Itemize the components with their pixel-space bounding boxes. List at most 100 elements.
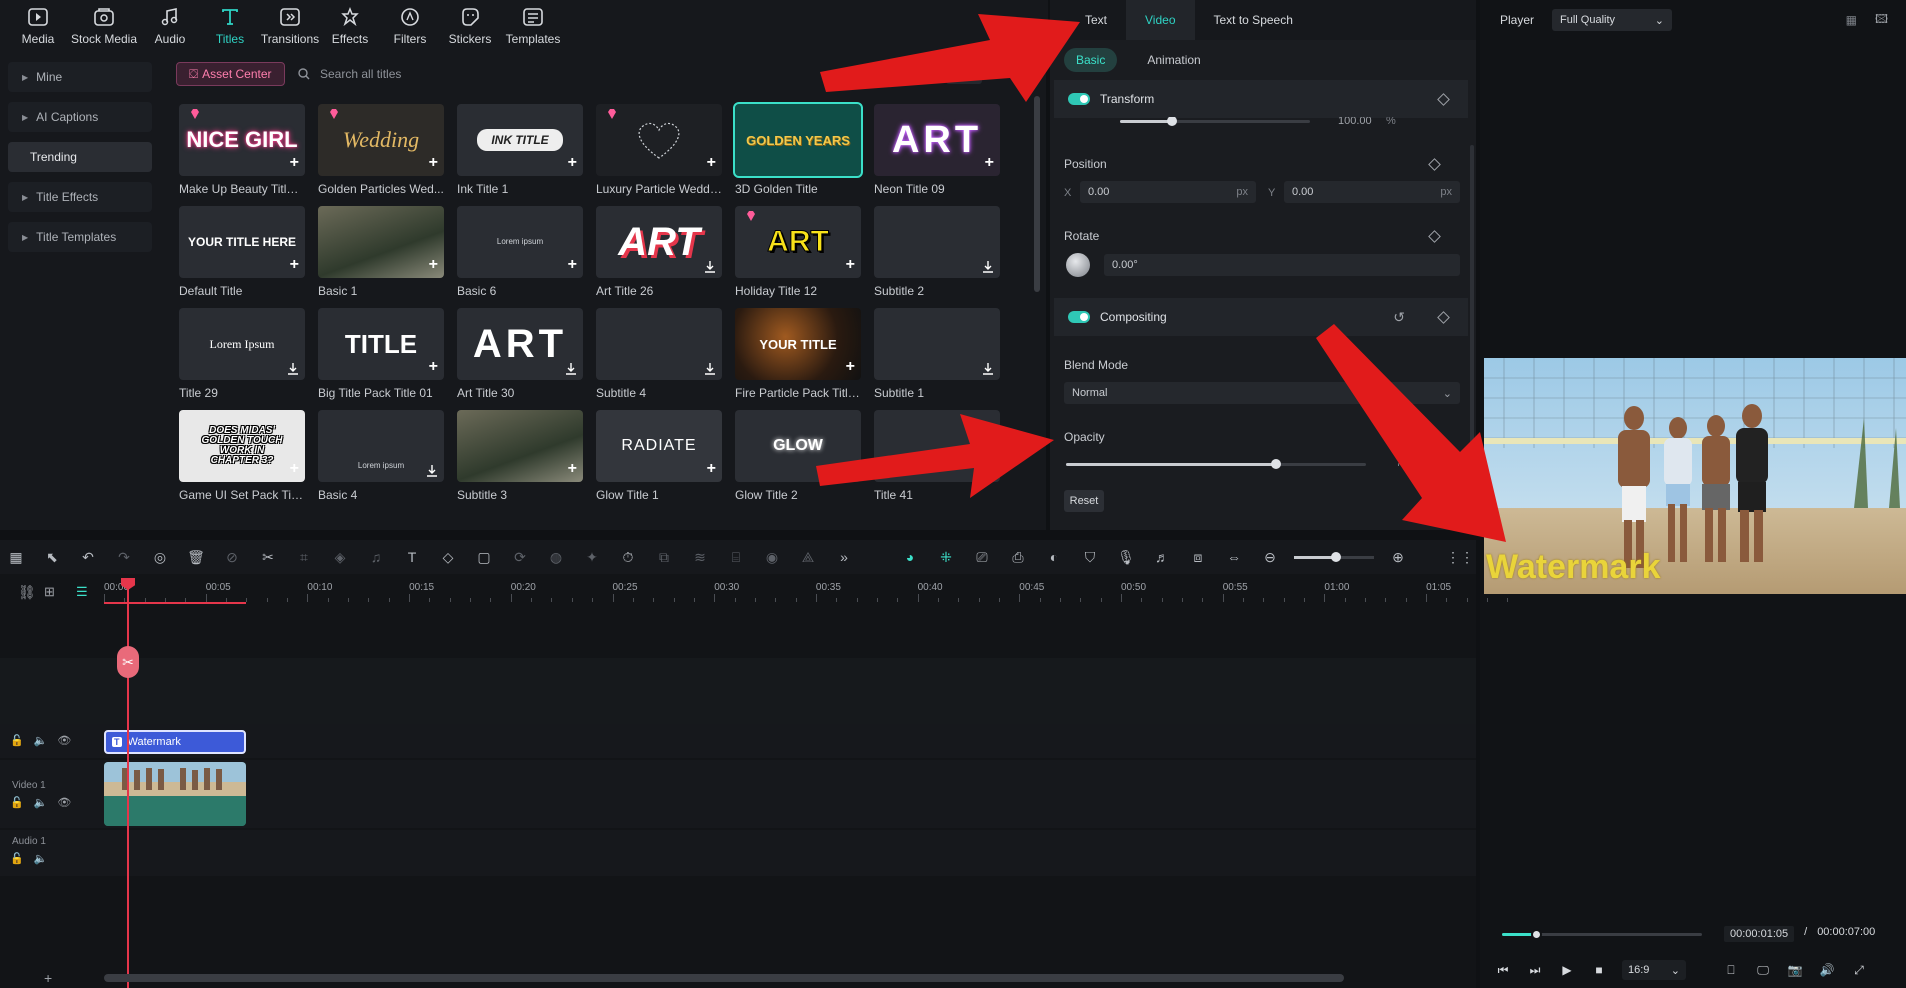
title-card[interactable]: ART Art Title 30 [457, 308, 583, 400]
volume-icon[interactable]: 🔈 [34, 796, 48, 809]
pip-icon[interactable]: ⧈ [1186, 545, 1210, 569]
volume-icon[interactable]: 🔈 [34, 852, 48, 865]
eye-icon[interactable]: 👁 [57, 796, 71, 809]
sidebar-item-ai-captions[interactable]: ▶ AI Captions [8, 102, 152, 132]
add-icon[interactable]: + [290, 256, 299, 274]
sidebar-item-title-effects[interactable]: ▶ Title Effects [8, 182, 152, 212]
add-icon[interactable]: + [429, 154, 438, 172]
audio-edit-icon[interactable]: ♫ [364, 545, 388, 569]
audio-mixer-icon[interactable]: ♬ [1150, 545, 1174, 569]
asset-center-button[interactable]: ⛋ Asset Center [176, 62, 285, 86]
tool-transitions[interactable]: Transitions [260, 0, 320, 52]
tab-text[interactable]: Text [1066, 0, 1126, 40]
render-icon[interactable]: ◐ [1042, 545, 1066, 569]
auto-highlight-icon[interactable]: ⎚ [970, 545, 994, 569]
add-icon[interactable]: + [568, 154, 577, 172]
title-card[interactable]: + Luxury Particle Weddi... [596, 104, 722, 196]
rotate-icon[interactable]: ⟳ [508, 545, 532, 569]
ripple-icon[interactable]: ⊘ [220, 545, 244, 569]
eye-icon[interactable]: 👁 [57, 734, 71, 747]
add-icon[interactable]: + [707, 154, 716, 172]
tool-effects[interactable]: Effects [320, 0, 380, 52]
aspect-ratio-dropdown[interactable]: 16:9 ⌄ [1622, 960, 1686, 980]
title-card[interactable]: YOUR TITLE HERE + Default Title [179, 206, 305, 298]
title-card[interactable]: + Subtitle 3 [457, 410, 583, 502]
play-icon[interactable]: ▶ [1558, 961, 1576, 979]
mask-icon[interactable]: ◈ [328, 545, 352, 569]
transform-toggle[interactable] [1068, 93, 1090, 105]
stop-icon[interactable]: ■ [1590, 961, 1608, 979]
snap-icon[interactable]: ⁜ [934, 545, 958, 569]
title-card[interactable]: Subtitle 4 [596, 308, 722, 400]
fullscreen-icon[interactable]: ⤢ [1850, 961, 1868, 979]
opacity-value[interactable]: 70.00 [1396, 457, 1424, 469]
grid-view-icon[interactable]: ▦ [1846, 13, 1857, 27]
title-card[interactable]: NICE GIRL + Make Up Beauty Title 01 [179, 104, 305, 196]
mark-icon[interactable]: ⎕ [1722, 961, 1740, 979]
scale-slider[interactable] [1120, 117, 1310, 126]
title-card[interactable]: ART + Holiday Title 12 [735, 206, 861, 298]
zoom-in-icon[interactable]: ⊕ [1386, 545, 1410, 569]
title-card[interactable]: Wedding + Golden Particles Wed... [318, 104, 444, 196]
video-clip[interactable] [104, 762, 246, 826]
tool-templates[interactable]: Templates [500, 0, 566, 52]
tool-audio[interactable]: Audio [140, 0, 200, 52]
add-icon[interactable]: + [429, 256, 438, 274]
next-frame-icon[interactable]: ⏭ [1526, 961, 1544, 979]
add-icon[interactable]: + [707, 460, 716, 478]
tool-titles[interactable]: Titles [200, 0, 260, 52]
timeline-settings-icon[interactable]: ⋮⋮ [1446, 545, 1474, 569]
reset-button[interactable]: Reset [1064, 490, 1104, 512]
split-marker-icon[interactable]: ✂ [117, 646, 139, 678]
title-card[interactable]: ART Art Title 26 [596, 206, 722, 298]
tool-stock-media[interactable]: Stock Media [68, 0, 140, 52]
sidebar-item-trending[interactable]: Trending [8, 142, 152, 172]
camera-icon[interactable]: 📷 [1786, 961, 1804, 979]
timeline-zoom-slider[interactable] [1294, 551, 1374, 562]
title-card[interactable]: + Basic 1 [318, 206, 444, 298]
title-card[interactable]: TITLE + Big Title Pack Title 01 [318, 308, 444, 400]
keyframe-graph-icon[interactable]: ⟁ [796, 545, 820, 569]
title-card[interactable]: Lorem ipsum Basic 4 [318, 410, 444, 502]
player-progress-bar[interactable] [1502, 929, 1702, 940]
reset-icon[interactable]: ↺ [1386, 427, 1398, 444]
position-x-field[interactable]: 0.00 px [1080, 181, 1256, 203]
title-card[interactable]: Lorem ipsum + Basic 6 [457, 206, 583, 298]
redo-icon[interactable]: ↷ [112, 545, 136, 569]
add-icon[interactable]: + [290, 460, 299, 478]
download-icon[interactable] [982, 260, 994, 274]
title-clip[interactable]: T Watermark [104, 730, 246, 754]
timeline-ruler[interactable]: 00:00 00:05 00:10 00:15 00:20 00:25 00:30 00:35… [104, 578, 1509, 604]
layout-icon[interactable]: ▦ [4, 545, 28, 569]
tool-media[interactable]: Media [8, 0, 68, 52]
position-y-field[interactable]: 0.00 px [1284, 181, 1460, 203]
crop-icon[interactable]: ⌗ [292, 545, 316, 569]
title-card[interactable]: Subtitle 2 [874, 206, 1000, 298]
playhead[interactable] [127, 582, 129, 988]
shield-icon[interactable]: ⛉ [1078, 545, 1102, 569]
fit-icon[interactable]: ⇔ [1222, 545, 1246, 569]
quality-dropdown[interactable]: Full Quality ⌄ [1552, 9, 1673, 31]
add-icon[interactable]: + [846, 256, 855, 274]
delete-icon[interactable]: 🗑 [184, 545, 208, 569]
title-card[interactable]: GOLDEN YEARS 3D Golden Title [733, 102, 863, 196]
download-icon[interactable] [704, 362, 716, 376]
scale-value[interactable]: 100.00 [1338, 117, 1372, 127]
reset-icon[interactable]: ↺ [1393, 309, 1405, 326]
tag-icon[interactable]: ◇ [436, 545, 460, 569]
volume-icon[interactable]: 🔊 [1818, 961, 1836, 979]
sidebar-item-title-templates[interactable]: ▶ Title Templates [8, 222, 152, 252]
subtab-basic[interactable]: Basic [1064, 48, 1118, 72]
volume-icon[interactable]: 🔈 [34, 734, 48, 747]
add-icon[interactable]: + [985, 154, 994, 172]
add-icon[interactable]: + [44, 970, 52, 986]
display-icon[interactable]: 🖵 [1754, 961, 1772, 979]
text-icon[interactable]: T [400, 545, 424, 569]
transform-section-header[interactable]: Transform [1054, 80, 1468, 118]
lock-icon[interactable]: 🔓 [10, 796, 24, 809]
asset-scrollbar[interactable] [1034, 96, 1040, 292]
download-icon[interactable] [565, 362, 577, 376]
title-card[interactable]: Title 41 [874, 410, 1000, 502]
title-card[interactable]: Subtitle 1 [874, 308, 1000, 400]
download-icon[interactable] [287, 362, 299, 376]
